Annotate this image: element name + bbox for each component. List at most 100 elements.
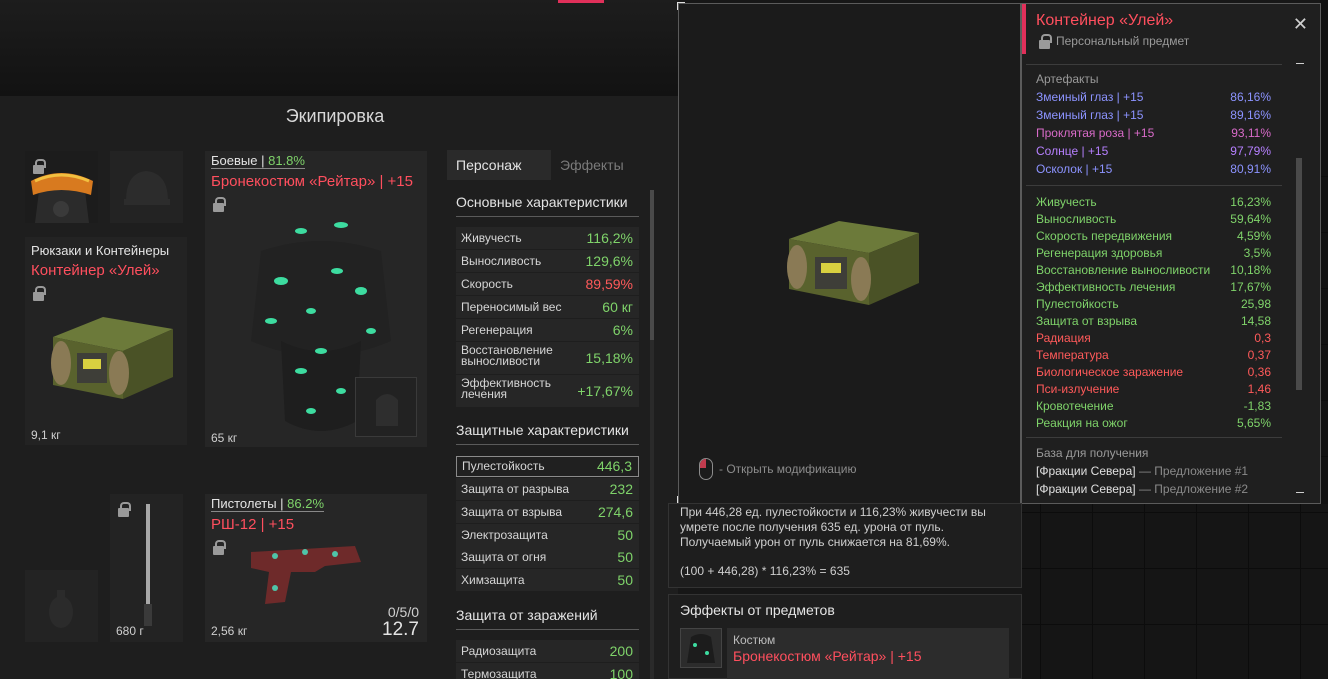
effect-item-card[interactable]: Костюм Бронекостюм «Рейтар» | +15 (727, 628, 1009, 679)
top-accent-bar (558, 0, 604, 3)
pistol-slot[interactable]: Пистолеты | 86.2% РШ-12 | +15 0/5/0 12.7… (205, 494, 427, 642)
bonus-name: Живучесть (1036, 195, 1097, 209)
container-name: Контейнер «Улей» (31, 262, 160, 279)
stat-name: Выносливость (461, 254, 542, 268)
bonus-name: Биологическое заражение (1036, 365, 1184, 379)
stat-row: Электрозащита 50 (456, 524, 639, 546)
stat-row: Эффективность лечения +17,67% (456, 375, 639, 407)
scrollbar-thumb[interactable] (1296, 158, 1302, 390)
pistol-icon (251, 546, 361, 604)
stat-value: 129,6% (585, 253, 633, 269)
mask-slot[interactable] (110, 151, 183, 223)
stat-value: 200 (609, 643, 633, 659)
bonus-name: Регенерация здоровья (1036, 246, 1163, 260)
lock-icon (213, 540, 226, 555)
stat-value: 446,3 (596, 458, 632, 474)
bonus-row: Защита от взрыва 14,58 (1036, 314, 1271, 328)
bonus-row: Пулестойкость 25,98 (1036, 297, 1271, 311)
divider (1026, 185, 1282, 186)
stat-value: 50 (617, 527, 633, 543)
stat-value: 116,2% (586, 230, 633, 246)
effects-title: Эффекты от предметов (680, 602, 835, 618)
source-faction: [Фракции Севера] (1036, 482, 1136, 496)
info-title: Контейнер «Улей» (1036, 12, 1174, 29)
divider (1026, 437, 1282, 438)
source-faction: [Фракции Севера] (1036, 464, 1136, 478)
stat-row: Радиозащита 200 (456, 640, 639, 662)
pistol-ammo: 0/5/0 (387, 604, 419, 620)
stat-row: Защита от разрыва 232 (456, 478, 639, 500)
mouse-left-click-icon (699, 458, 713, 480)
stat-value: 6% (612, 322, 633, 338)
melee-slot[interactable]: 680 г (110, 494, 183, 642)
stat-name: Электрозащита (461, 528, 548, 542)
plate-placeholder-icon (376, 394, 398, 426)
lock-icon (118, 502, 131, 517)
pistol-category: Пистолеты | 86.2% (211, 496, 325, 512)
stat-name: Восстановление выносливости (461, 343, 553, 368)
bonus-value: 59,64% (1230, 212, 1271, 226)
bonus-row: Скорость передвижения 4,59% (1036, 229, 1271, 243)
bonus-name: Кровотечение (1036, 399, 1114, 413)
calc-line: При 446,28 ед. пулестойкости и 116,23% ж… (680, 505, 986, 519)
artifact-value: 80,91% (1230, 162, 1271, 176)
tab-effects[interactable]: Эффекты (551, 150, 657, 180)
stat-value: 60 кг (602, 299, 633, 315)
mod-hint-text: - Открыть модификацию (719, 462, 857, 476)
item-effects-panel: Эффекты от предметов Костюм Бронекостюм … (668, 594, 1022, 679)
scene-background (0, 0, 678, 96)
calc-line: Получаемый урон от пуль снижается на 81,… (680, 535, 950, 549)
armor-thumbnail (680, 628, 722, 668)
close-icon[interactable]: ✕ (1293, 14, 1308, 35)
stat-name: Регенерация (461, 323, 533, 337)
stat-name: Защита от взрыва (461, 505, 563, 519)
bonus-row: Температура 0,37 (1036, 348, 1271, 362)
armor-name: Бронекостюм «Рейтар» | +15 (211, 173, 413, 190)
stats-scrollbar[interactable] (650, 190, 654, 679)
bonus-name: Радиация (1036, 331, 1091, 345)
defense-stats-heading: Защитные характеристики (456, 422, 639, 445)
melee-weight: 680 г (116, 624, 144, 638)
stat-row-selected[interactable]: Пулестойкость 446,3 (456, 456, 639, 477)
lock-icon (33, 286, 46, 301)
stat-value: 50 (617, 572, 633, 588)
stat-value: 274,6 (597, 504, 633, 520)
character-stats: Основные характеристики Живучесть 116,2% … (447, 180, 647, 679)
stat-value: 100 (609, 666, 633, 679)
bonus-value: 10,18% (1230, 263, 1271, 277)
bonus-row: Пси-излучение 1,46 (1036, 382, 1271, 396)
bonus-value: 16,23% (1230, 195, 1271, 209)
scrollbar-thumb[interactable] (650, 190, 654, 340)
tab-character[interactable]: Персонаж (447, 150, 551, 180)
info-scrollbar[interactable] (1296, 63, 1304, 497)
helmet-slot[interactable] (25, 151, 98, 223)
stat-row: Скорость 89,59% (456, 273, 639, 295)
stat-name: Скорость (461, 277, 513, 291)
stat-row: Выносливость 129,6% (456, 250, 639, 272)
armor-category: Боевые | 81.8% (211, 153, 305, 169)
open-modification-hint[interactable]: - Открыть модификацию (699, 458, 857, 480)
stat-name: Радиозащита (461, 644, 537, 658)
stat-row: Защита от взрыва 274,6 (456, 501, 639, 523)
stat-name: Химзащита (461, 573, 525, 587)
bonus-name: Пси-излучение (1036, 382, 1120, 396)
stat-name: Живучесть (461, 231, 522, 245)
armor-mod-slot[interactable] (355, 377, 417, 437)
artifact-name: Змеиный глаз | +15 (1036, 108, 1144, 122)
stat-row: Восстановление выносливости 15,18% (456, 342, 639, 374)
pistol-caliber: 12.7 (382, 619, 419, 640)
grenade-slot[interactable] (25, 570, 98, 642)
container-hive-icon (787, 221, 919, 305)
stash-grid (1022, 504, 1328, 679)
container-slot[interactable]: Рюкзаки и Контейнеры Контейнер «Улей» 9,… (25, 237, 187, 445)
scroll-mark (1296, 492, 1304, 493)
bonus-value: 5,65% (1236, 416, 1271, 430)
armor-weight: 65 кг (211, 431, 238, 445)
divider (1026, 64, 1282, 65)
armor-slot[interactable]: Боевые | 81.8% Бронекостюм «Рейтар» | +1… (205, 151, 427, 447)
stat-value: +17,67% (577, 383, 633, 399)
bonus-row: Кровотечение -1,83 (1036, 399, 1271, 413)
bonus-value: 4,59% (1236, 229, 1271, 243)
bonus-name: Эффективность лечения (1036, 280, 1176, 294)
info-subtitle: Персональный предмет (1056, 34, 1190, 48)
